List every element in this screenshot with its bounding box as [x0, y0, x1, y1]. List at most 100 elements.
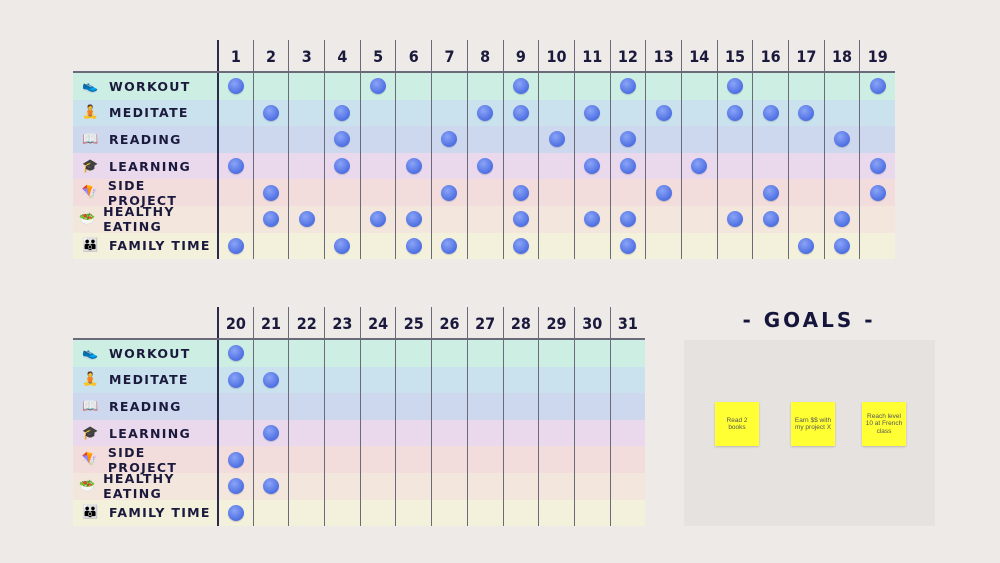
day-cell[interactable]: [502, 419, 539, 447]
day-cell[interactable]: [252, 366, 289, 394]
day-cell[interactable]: [466, 340, 503, 367]
completed-dot[interactable]: [691, 158, 708, 175]
completed-dot[interactable]: [584, 104, 601, 121]
day-cell[interactable]: [324, 446, 360, 473]
day-cell[interactable]: [252, 499, 289, 527]
day-cell[interactable]: [252, 419, 289, 447]
day-cell[interactable]: [609, 499, 646, 527]
day-cell[interactable]: [502, 366, 539, 394]
day-cell[interactable]: [324, 393, 360, 420]
day-cell[interactable]: [431, 393, 467, 420]
day-cell[interactable]: [324, 205, 360, 233]
day-cell[interactable]: [859, 152, 895, 180]
day-cell[interactable]: [680, 99, 717, 127]
day-cell[interactable]: [680, 205, 717, 233]
completed-dot[interactable]: [227, 451, 244, 468]
day-cell[interactable]: [395, 126, 431, 153]
day-cell[interactable]: [716, 73, 753, 100]
completed-dot[interactable]: [619, 158, 636, 175]
day-cell[interactable]: [609, 366, 646, 394]
day-cell[interactable]: [680, 126, 717, 153]
day-cell[interactable]: [573, 446, 610, 473]
day-cell[interactable]: [502, 205, 539, 233]
day-cell[interactable]: [788, 126, 824, 153]
day-cell[interactable]: [395, 499, 431, 527]
day-cell[interactable]: [324, 366, 360, 394]
day-cell[interactable]: [359, 393, 396, 420]
day-cell[interactable]: [859, 179, 895, 206]
completed-dot[interactable]: [726, 78, 743, 95]
day-cell[interactable]: [573, 472, 610, 500]
day-cell[interactable]: [752, 152, 788, 180]
day-cell[interactable]: [395, 205, 431, 233]
day-cell[interactable]: [859, 205, 895, 233]
completed-dot[interactable]: [405, 158, 422, 175]
day-cell[interactable]: [217, 73, 253, 100]
day-cell[interactable]: [395, 366, 431, 394]
day-cell[interactable]: [502, 393, 539, 420]
day-cell[interactable]: [538, 340, 574, 367]
day-cell[interactable]: [645, 152, 681, 180]
day-cell[interactable]: [359, 446, 396, 473]
completed-dot[interactable]: [334, 104, 351, 121]
completed-dot[interactable]: [477, 104, 494, 121]
day-cell[interactable]: [573, 179, 610, 206]
day-cell[interactable]: [859, 232, 895, 260]
completed-dot[interactable]: [512, 78, 529, 95]
day-cell[interactable]: [538, 126, 574, 153]
day-cell[interactable]: [788, 73, 824, 100]
day-cell[interactable]: [324, 499, 360, 527]
day-cell[interactable]: [288, 340, 324, 367]
day-cell[interactable]: [252, 393, 289, 420]
day-cell[interactable]: [431, 499, 467, 527]
day-cell[interactable]: [502, 99, 539, 127]
day-cell[interactable]: [359, 179, 396, 206]
day-cell[interactable]: [609, 179, 646, 206]
day-cell[interactable]: [609, 393, 646, 420]
day-cell[interactable]: [359, 419, 396, 447]
day-cell[interactable]: [431, 446, 467, 473]
day-cell[interactable]: [217, 472, 253, 500]
completed-dot[interactable]: [834, 211, 851, 228]
day-cell[interactable]: [431, 99, 467, 127]
day-cell[interactable]: [217, 232, 253, 260]
completed-dot[interactable]: [263, 425, 280, 442]
day-cell[interactable]: [573, 152, 610, 180]
day-cell[interactable]: [431, 472, 467, 500]
day-cell[interactable]: [466, 446, 503, 473]
day-cell[interactable]: [538, 152, 574, 180]
day-cell[interactable]: [252, 472, 289, 500]
completed-dot[interactable]: [334, 131, 351, 148]
day-cell[interactable]: [288, 73, 324, 100]
day-cell[interactable]: [752, 179, 788, 206]
day-cell[interactable]: [395, 472, 431, 500]
completed-dot[interactable]: [405, 237, 422, 254]
day-cell[interactable]: [466, 393, 503, 420]
day-cell[interactable]: [645, 126, 681, 153]
completed-dot[interactable]: [441, 184, 458, 201]
day-cell[interactable]: [538, 472, 574, 500]
day-cell[interactable]: [466, 152, 503, 180]
day-cell[interactable]: [573, 99, 610, 127]
day-cell[interactable]: [252, 152, 289, 180]
day-cell[interactable]: [324, 472, 360, 500]
day-cell[interactable]: [538, 366, 574, 394]
completed-dot[interactable]: [619, 131, 636, 148]
day-cell[interactable]: [573, 419, 610, 447]
day-cell[interactable]: [395, 73, 431, 100]
day-cell[interactable]: [680, 232, 717, 260]
day-cell[interactable]: [823, 205, 860, 233]
day-cell[interactable]: [324, 73, 360, 100]
day-cell[interactable]: [431, 126, 467, 153]
day-cell[interactable]: [431, 340, 467, 367]
completed-dot[interactable]: [726, 211, 743, 228]
completed-dot[interactable]: [655, 104, 672, 121]
completed-dot[interactable]: [619, 237, 636, 254]
day-cell[interactable]: [788, 152, 824, 180]
day-cell[interactable]: [752, 126, 788, 153]
day-cell[interactable]: [324, 340, 360, 367]
day-cell[interactable]: [252, 99, 289, 127]
completed-dot[interactable]: [263, 211, 280, 228]
completed-dot[interactable]: [263, 184, 280, 201]
day-cell[interactable]: [359, 73, 396, 100]
